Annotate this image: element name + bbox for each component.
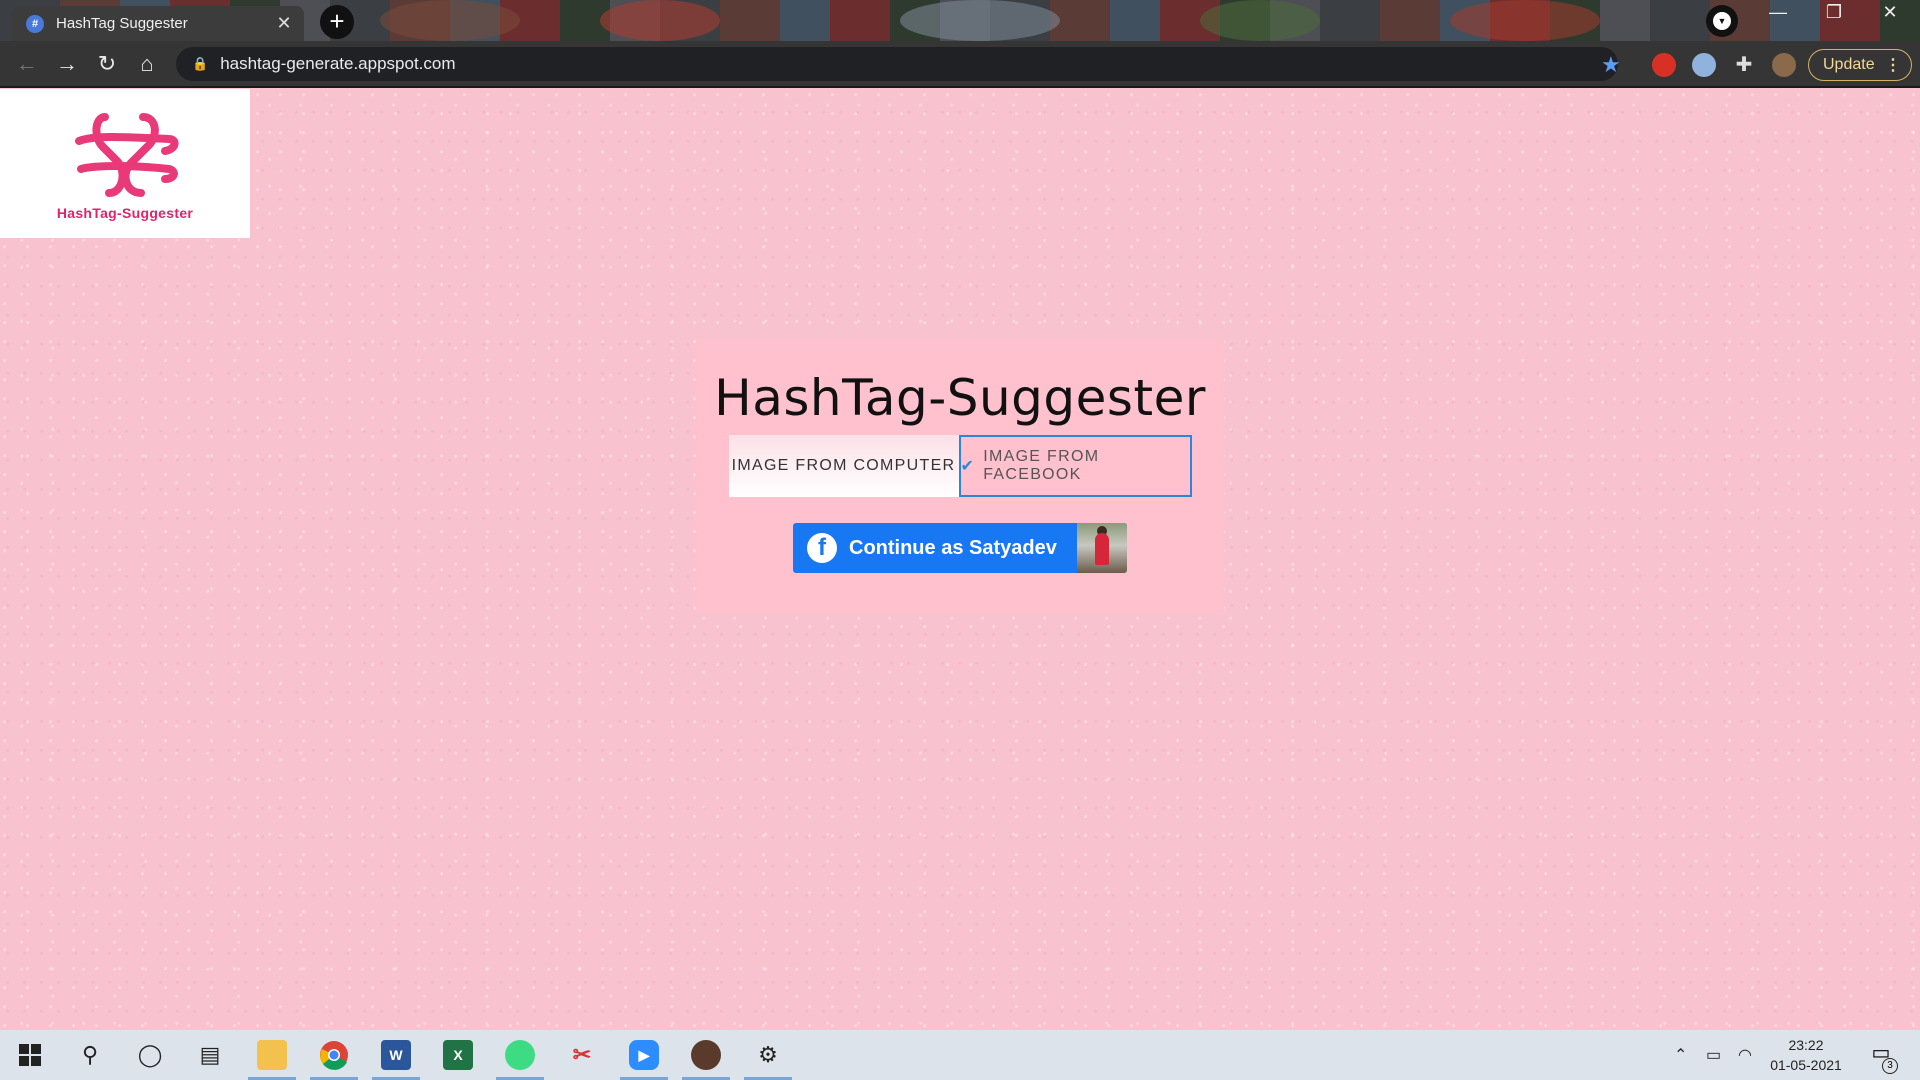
home-button[interactable]: ⌂ [132, 49, 162, 79]
browser-toolbar: ← → ↻ ⌂ 🔒 hashtag-generate.appspot.com ★… [0, 41, 1920, 88]
forward-button[interactable]: → [52, 49, 82, 79]
notification-center-icon[interactable]: ▭ 3 [1866, 1040, 1898, 1074]
extension-circle-icon[interactable] [1692, 53, 1716, 77]
minimize-button[interactable]: — [1758, 2, 1798, 23]
excel-icon[interactable]: X [430, 1030, 486, 1080]
chrome-icon[interactable] [306, 1030, 362, 1080]
tab-label: IMAGE FROM COMPUTER [731, 457, 956, 474]
clock-time: 23:22 [1788, 1037, 1824, 1053]
word-letter: W [381, 1040, 411, 1070]
bookmark-star-icon[interactable]: ★ [1601, 52, 1621, 78]
header-artwork [1200, 0, 1320, 41]
image-source-tabs: IMAGE FROM COMPUTER ✔ IMAGE FROM FACEBOO… [728, 435, 1192, 497]
avatar-body [1095, 533, 1109, 565]
back-button[interactable]: ← [12, 49, 42, 79]
logo-text: HashTag-Suggester [56, 204, 194, 221]
zoom-icon[interactable]: ▶ [616, 1030, 672, 1080]
page-content: HashTag-Suggester HashTag-Suggester IMAG… [0, 89, 1920, 1030]
hashtag-logo-icon [75, 112, 179, 197]
settings-gear-icon[interactable]: ⚙ [740, 1030, 796, 1080]
file-explorer-icon[interactable] [244, 1030, 300, 1080]
tab-title: HashTag Suggester [56, 15, 188, 32]
notification-count-badge: 3 [1882, 1058, 1898, 1074]
new-tab-button[interactable]: + [320, 5, 354, 39]
check-icon: ✔ [960, 458, 976, 475]
windows-taskbar: ⚲ ◯ ▤ W X ✂ ▶ ⚙ ⌃ ▭ ◠ 23:22 01-05-2021 ▭… [0, 1030, 1920, 1080]
close-window-button[interactable]: ✕ [1870, 2, 1910, 23]
continue-with-facebook-button[interactable]: f Continue as Satyadev [793, 523, 1127, 573]
restore-button[interactable]: ❐ [1814, 2, 1854, 23]
clock-date: 01-05-2021 [1770, 1057, 1842, 1073]
excel-letter: X [443, 1040, 473, 1070]
menu-dots-icon: ⋮ [1885, 57, 1901, 74]
wifi-icon[interactable]: ◠ [1738, 1030, 1752, 1080]
browser-tab[interactable]: # HashTag Suggester ✕ [12, 6, 304, 41]
profile-avatar[interactable] [1772, 53, 1796, 77]
address-bar[interactable]: 🔒 hashtag-generate.appspot.com [176, 47, 1618, 81]
browser-title-bar: # HashTag Suggester ✕ + ▼ — ❐ ✕ [0, 0, 1920, 41]
main-card: HashTag-Suggester IMAGE FROM COMPUTER ✔ … [696, 339, 1224, 613]
lock-icon: 🔒 [192, 56, 209, 71]
site-logo[interactable]: HashTag-Suggester [0, 89, 250, 238]
tab-image-from-computer[interactable]: IMAGE FROM COMPUTER [728, 435, 959, 497]
media-control-button[interactable]: ▼ [1706, 5, 1738, 37]
update-button[interactable]: Update ⋮ [1808, 49, 1912, 81]
facebook-profile-avatar [1077, 523, 1127, 573]
site-favicon-icon: # [26, 14, 44, 33]
facebook-button-label: Continue as Satyadev [849, 536, 1057, 559]
reload-button[interactable]: ↻ [92, 49, 122, 79]
header-artwork [900, 0, 1060, 41]
header-artwork [1450, 0, 1600, 41]
extension-adblock-icon[interactable] [1652, 53, 1676, 77]
page-title: HashTag-Suggester [714, 369, 1206, 427]
show-hidden-icons[interactable]: ⌃ [1674, 1030, 1687, 1080]
task-view-icon[interactable]: ▤ [182, 1030, 238, 1080]
android-studio-icon[interactable] [492, 1030, 548, 1080]
snip-tool-icon[interactable]: ✂ [554, 1030, 610, 1080]
cortana-icon[interactable]: ◯ [122, 1030, 178, 1080]
battery-icon[interactable]: ▭ [1706, 1030, 1721, 1080]
url-text: hashtag-generate.appspot.com [220, 54, 456, 73]
windows-start-icon[interactable] [2, 1030, 58, 1080]
tab-image-from-facebook[interactable]: ✔ IMAGE FROM FACEBOOK [958, 435, 1192, 497]
header-artwork [600, 0, 720, 41]
tab-label: IMAGE FROM FACEBOOK [983, 448, 1100, 483]
tab-close-icon[interactable]: ✕ [274, 13, 294, 34]
header-artwork [380, 0, 520, 41]
extensions-puzzle-icon[interactable]: ✚ [1732, 53, 1756, 77]
search-icon[interactable]: ⚲ [62, 1030, 118, 1080]
system-clock[interactable]: 23:22 01-05-2021 [1770, 1035, 1842, 1075]
media-icon: ▼ [1713, 12, 1731, 30]
update-label: Update [1823, 56, 1875, 73]
word-icon[interactable]: W [368, 1030, 424, 1080]
facebook-icon: f [807, 533, 837, 563]
game-icon[interactable] [678, 1030, 734, 1080]
